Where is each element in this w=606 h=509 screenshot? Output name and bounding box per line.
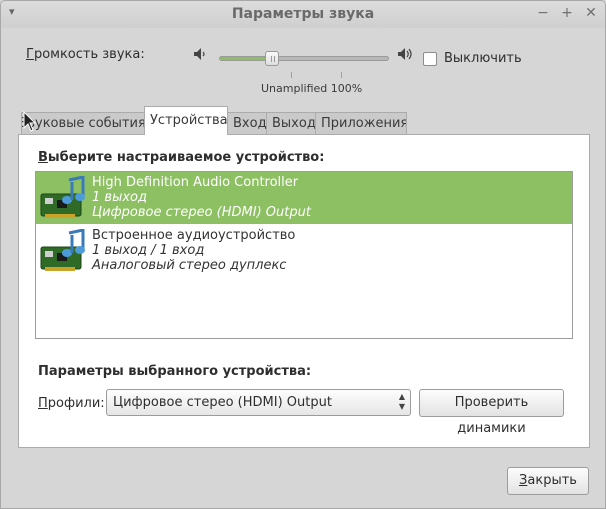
speaker-high-icon <box>398 48 412 60</box>
device-name: Встроенное аудиоустройство <box>92 228 296 243</box>
volume-label-mnemonic: Г <box>26 47 34 62</box>
device-row[interactable]: High Definition Audio Controller 1 выход… <box>36 172 572 224</box>
slider-tick <box>341 72 342 78</box>
mouse-cursor-icon <box>23 111 37 132</box>
profile-select[interactable]: Цифровое стерео (HDMI) Output ▲ ▼ <box>106 389 411 416</box>
profile-label-text: рофили: <box>47 396 105 411</box>
device-list-heading-mnemonic: В <box>38 150 48 165</box>
minimize-icon[interactable]: − <box>534 4 552 22</box>
sound-card-icon <box>40 176 85 218</box>
volume-label: Громкость звука: <box>26 47 145 62</box>
device-list-heading-text: ыберите настраиваемое устройство: <box>47 150 325 165</box>
titlebar: ▾ Параметры звука − + ✕ <box>1 1 605 28</box>
device-profile: Цифровое стерео (HDMI) Output <box>92 205 311 220</box>
volume-label-text: ромкость звука: <box>33 47 145 62</box>
sound-card-icon <box>40 229 85 271</box>
tab-applications[interactable]: Приложения <box>315 112 407 134</box>
profile-select-value: Цифровое стерео (HDMI) Output <box>113 395 332 410</box>
device-row[interactable]: Встроенное аудиоустройство 1 выход / 1 в… <box>36 225 572 277</box>
mute-label[interactable]: Выключить <box>444 51 522 66</box>
window-title: Параметры звука <box>231 6 375 22</box>
selected-device-heading: Параметры выбранного устройства: <box>38 364 312 379</box>
slider-tick <box>291 72 292 78</box>
close-button-text: акрыть <box>527 473 577 488</box>
device-name: High Definition Audio Controller <box>92 175 299 190</box>
mute-checkbox[interactable] <box>423 52 437 66</box>
volume-slider-handle[interactable] <box>265 51 279 66</box>
device-list[interactable]: High Definition Audio Controller 1 выход… <box>35 171 573 339</box>
select-arrows-icon: ▲ ▼ <box>398 392 405 411</box>
close-window-icon[interactable]: ✕ <box>582 4 600 22</box>
profile-label-mnemonic: П <box>38 396 48 411</box>
profile-label: Профили: <box>38 396 105 411</box>
test-speakers-button[interactable]: Проверить динамики <box>419 389 564 436</box>
tab-input[interactable]: Вход <box>227 112 267 134</box>
speaker-low-icon <box>194 48 205 60</box>
tab-sound-events[interactable]: Звуковые события <box>21 112 145 134</box>
device-profile: Аналоговый стерео дуплекс <box>92 258 287 273</box>
tab-output[interactable]: Выход <box>266 112 316 134</box>
maximize-icon[interactable]: + <box>558 4 576 22</box>
device-ports: 1 выход / 1 вход <box>92 243 205 258</box>
device-ports: 1 выход <box>92 190 147 205</box>
sound-settings-window: ▾ Параметры звука − + ✕ Громкость звука:… <box>0 0 606 509</box>
volume-caption: Unamplified 100% <box>261 82 363 95</box>
tab-devices[interactable]: Устройства <box>144 106 228 135</box>
volume-slider[interactable] <box>219 56 389 61</box>
close-button[interactable]: Закрыть <box>507 467 589 495</box>
device-list-heading: Выберите настраиваемое устройство: <box>38 150 324 165</box>
